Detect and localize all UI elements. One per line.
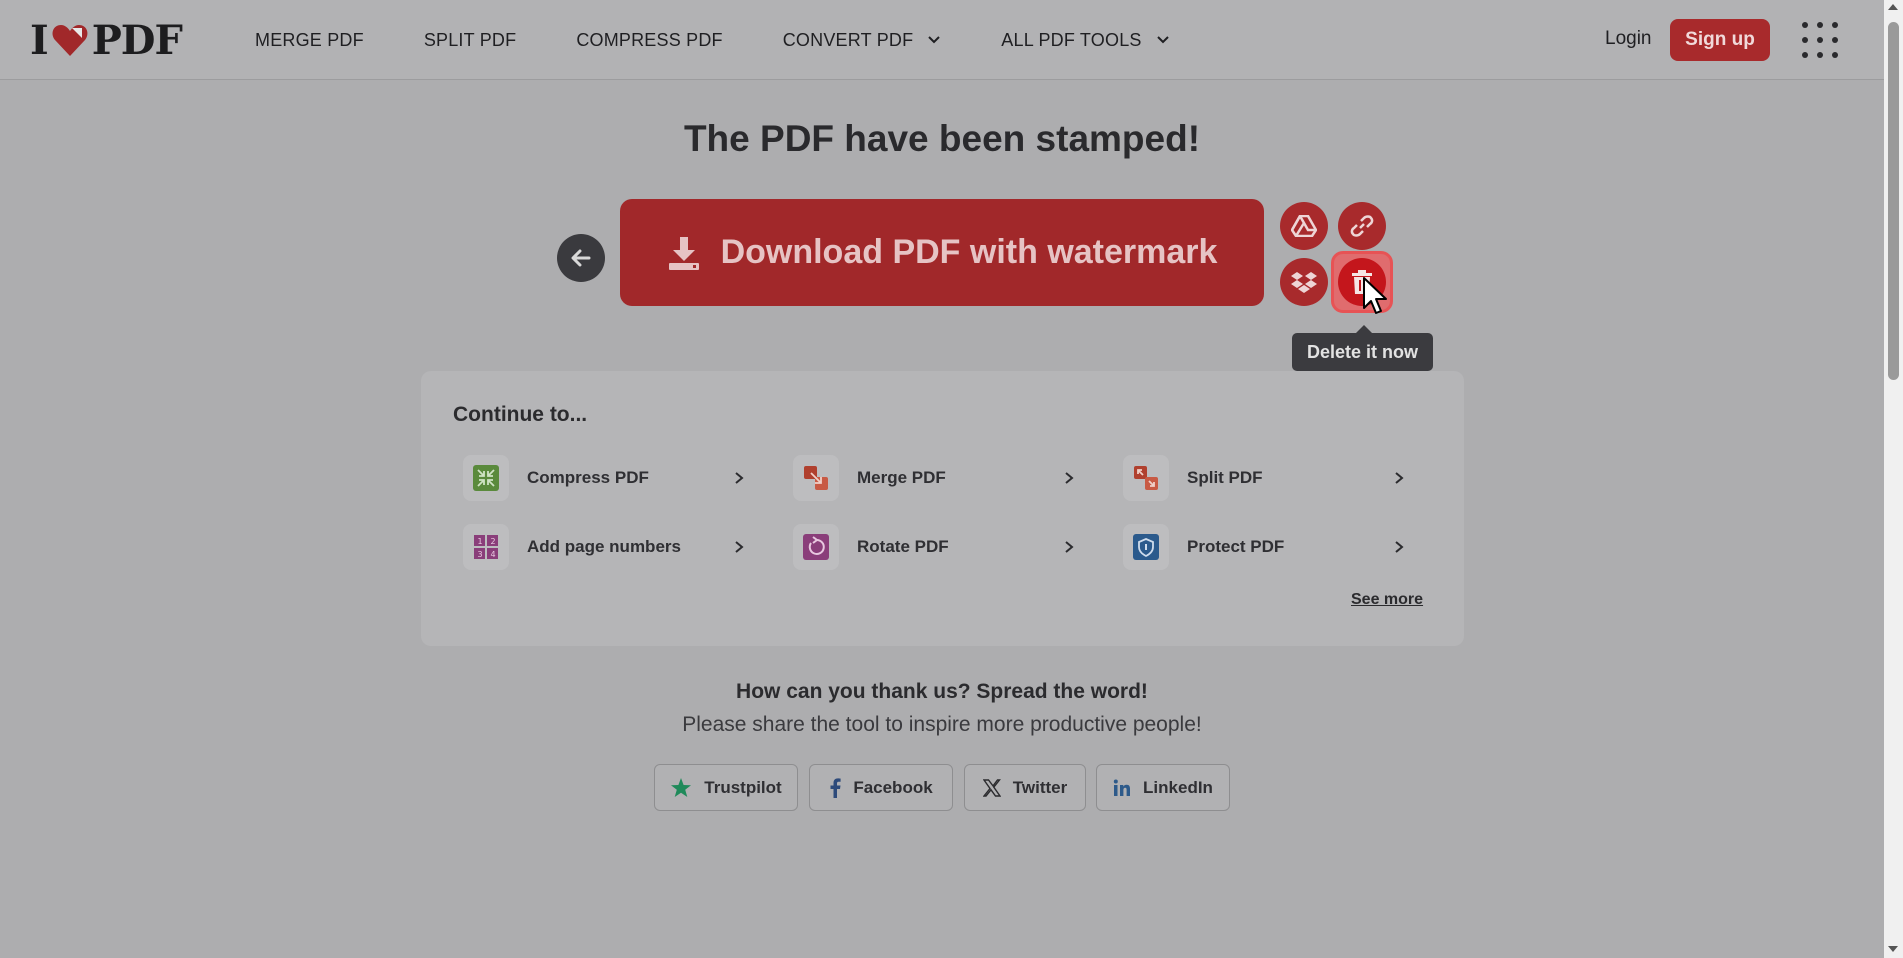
shield-icon	[1133, 534, 1159, 560]
arrow-left-icon	[571, 249, 591, 267]
nav-compress-pdf[interactable]: COMPRESS PDF	[576, 30, 722, 51]
delete-tooltip: Delete it now	[1292, 325, 1433, 371]
linkedin-icon	[1113, 779, 1131, 796]
mouse-pointer-icon	[1363, 277, 1387, 314]
chevron-right-icon	[1395, 541, 1404, 553]
x-twitter-icon	[982, 778, 1001, 797]
link-icon	[1350, 215, 1374, 237]
compress-icon	[473, 465, 499, 491]
download-label: Download PDF with watermark	[720, 233, 1218, 271]
heart-icon	[52, 25, 88, 56]
compress-icon-box	[463, 455, 509, 501]
tool-label: Split PDF	[1187, 468, 1263, 487]
chevron-down-icon	[928, 36, 941, 44]
login-link[interactable]: Login	[1605, 28, 1652, 50]
nav-split-label: SPLIT PDF	[423, 29, 517, 50]
page-scrollbar[interactable]	[1884, 0, 1903, 958]
chevron-right-icon	[735, 472, 744, 484]
back-button[interactable]	[557, 234, 605, 282]
trustpilot-label: Trustpilot	[704, 777, 782, 797]
chevron-right-icon	[1065, 472, 1074, 484]
chevron-right-icon	[1395, 472, 1404, 484]
top-header: I PDF MERGE PDF SPLIT PDF COMPRESS PDF C…	[0, 0, 1884, 80]
tool-protect-pdf[interactable]: Protect PDF	[1117, 522, 1417, 572]
chevron-down-icon	[1156, 36, 1169, 44]
nav-convert-pdf[interactable]: CONVERT PDF	[783, 30, 942, 51]
star-icon	[671, 777, 692, 797]
page-numbers-icon: 1 2 3 4	[474, 535, 498, 559]
chevron-right-icon	[735, 541, 744, 553]
tool-split-pdf[interactable]: Split PDF	[1117, 453, 1417, 503]
nav-convert-label: CONVERT PDF	[782, 29, 914, 50]
google-drive-icon	[1291, 215, 1317, 237]
tool-rotate-pdf[interactable]: Rotate PDF	[787, 522, 1087, 572]
signup-button[interactable]: Sign up	[1670, 19, 1770, 61]
tool-label: Merge PDF	[857, 468, 946, 487]
nav-all-tools-label: ALL PDF TOOLS	[1001, 29, 1142, 50]
dropbox-button[interactable]	[1280, 258, 1328, 306]
copy-link-button[interactable]	[1338, 202, 1386, 250]
tool-merge-pdf[interactable]: Merge PDF	[787, 453, 1087, 503]
nav-compress-label: COMPRESS PDF	[576, 29, 723, 50]
nav-split-pdf[interactable]: SPLIT PDF	[424, 30, 517, 51]
twitter-label: Twitter	[1012, 777, 1068, 797]
logo-pdf: PDF	[91, 16, 183, 64]
continue-card: Continue to... Compress PDF Merge PDF Sp…	[421, 371, 1464, 646]
nav-all-pdf-tools[interactable]: ALL PDF TOOLS	[1001, 30, 1169, 51]
linkedin-label: LinkedIn	[1143, 777, 1213, 797]
page-title: The PDF have been stamped!	[683, 118, 1201, 159]
ilovepdf-logo[interactable]: I PDF	[30, 16, 183, 64]
facebook-button[interactable]: Facebook	[809, 764, 953, 811]
facebook-icon	[830, 777, 841, 798]
svg-text:4: 4	[491, 550, 496, 559]
nav-merge-pdf[interactable]: MERGE PDF	[255, 30, 364, 51]
tool-add-page-numbers[interactable]: 1 2 3 4 Add page numbers	[457, 522, 757, 572]
google-drive-button[interactable]	[1280, 202, 1328, 250]
trustpilot-button[interactable]: Trustpilot	[654, 764, 798, 811]
merge-icon-box	[793, 455, 839, 501]
rotate-icon-box	[793, 524, 839, 570]
shield-icon-box	[1123, 524, 1169, 570]
scroll-thumb[interactable]	[1888, 22, 1899, 380]
dropbox-icon	[1291, 272, 1317, 293]
tool-label: Add page numbers	[527, 537, 681, 556]
svg-text:3: 3	[478, 550, 483, 559]
tool-label: Rotate PDF	[857, 537, 949, 556]
svg-text:2: 2	[491, 537, 496, 546]
facebook-label: Facebook	[853, 777, 933, 797]
tool-label: Compress PDF	[527, 468, 649, 487]
scroll-up-arrow[interactable]	[1888, 4, 1898, 10]
twitter-button[interactable]: Twitter	[964, 764, 1086, 811]
share-title: How can you thank us? Spread the word!	[736, 680, 1148, 703]
download-button[interactable]: Download PDF with watermark	[620, 199, 1264, 306]
see-more-link[interactable]: See more	[1351, 591, 1423, 609]
split-icon	[1134, 466, 1158, 490]
share-subtitle: Please share the tool to inspire more pr…	[682, 713, 1202, 736]
download-icon	[668, 236, 699, 270]
svg-text:1: 1	[478, 537, 483, 546]
page-numbers-icon-box: 1 2 3 4	[463, 524, 509, 570]
main-nav: MERGE PDF SPLIT PDF COMPRESS PDF CONVERT…	[255, 0, 1230, 80]
scroll-down-arrow[interactable]	[1888, 946, 1898, 952]
apps-grid-icon[interactable]	[1802, 22, 1838, 58]
merge-icon	[804, 466, 828, 490]
rotate-icon	[803, 534, 829, 560]
nav-merge-label: MERGE PDF	[255, 29, 364, 50]
linkedin-button[interactable]: LinkedIn	[1096, 764, 1230, 811]
continue-title: Continue to...	[453, 403, 588, 426]
split-icon-box	[1123, 455, 1169, 501]
tool-compress-pdf[interactable]: Compress PDF	[457, 453, 757, 503]
tool-label: Protect PDF	[1187, 537, 1285, 556]
chevron-right-icon	[1065, 541, 1074, 553]
logo-letter-i: I	[30, 16, 49, 64]
